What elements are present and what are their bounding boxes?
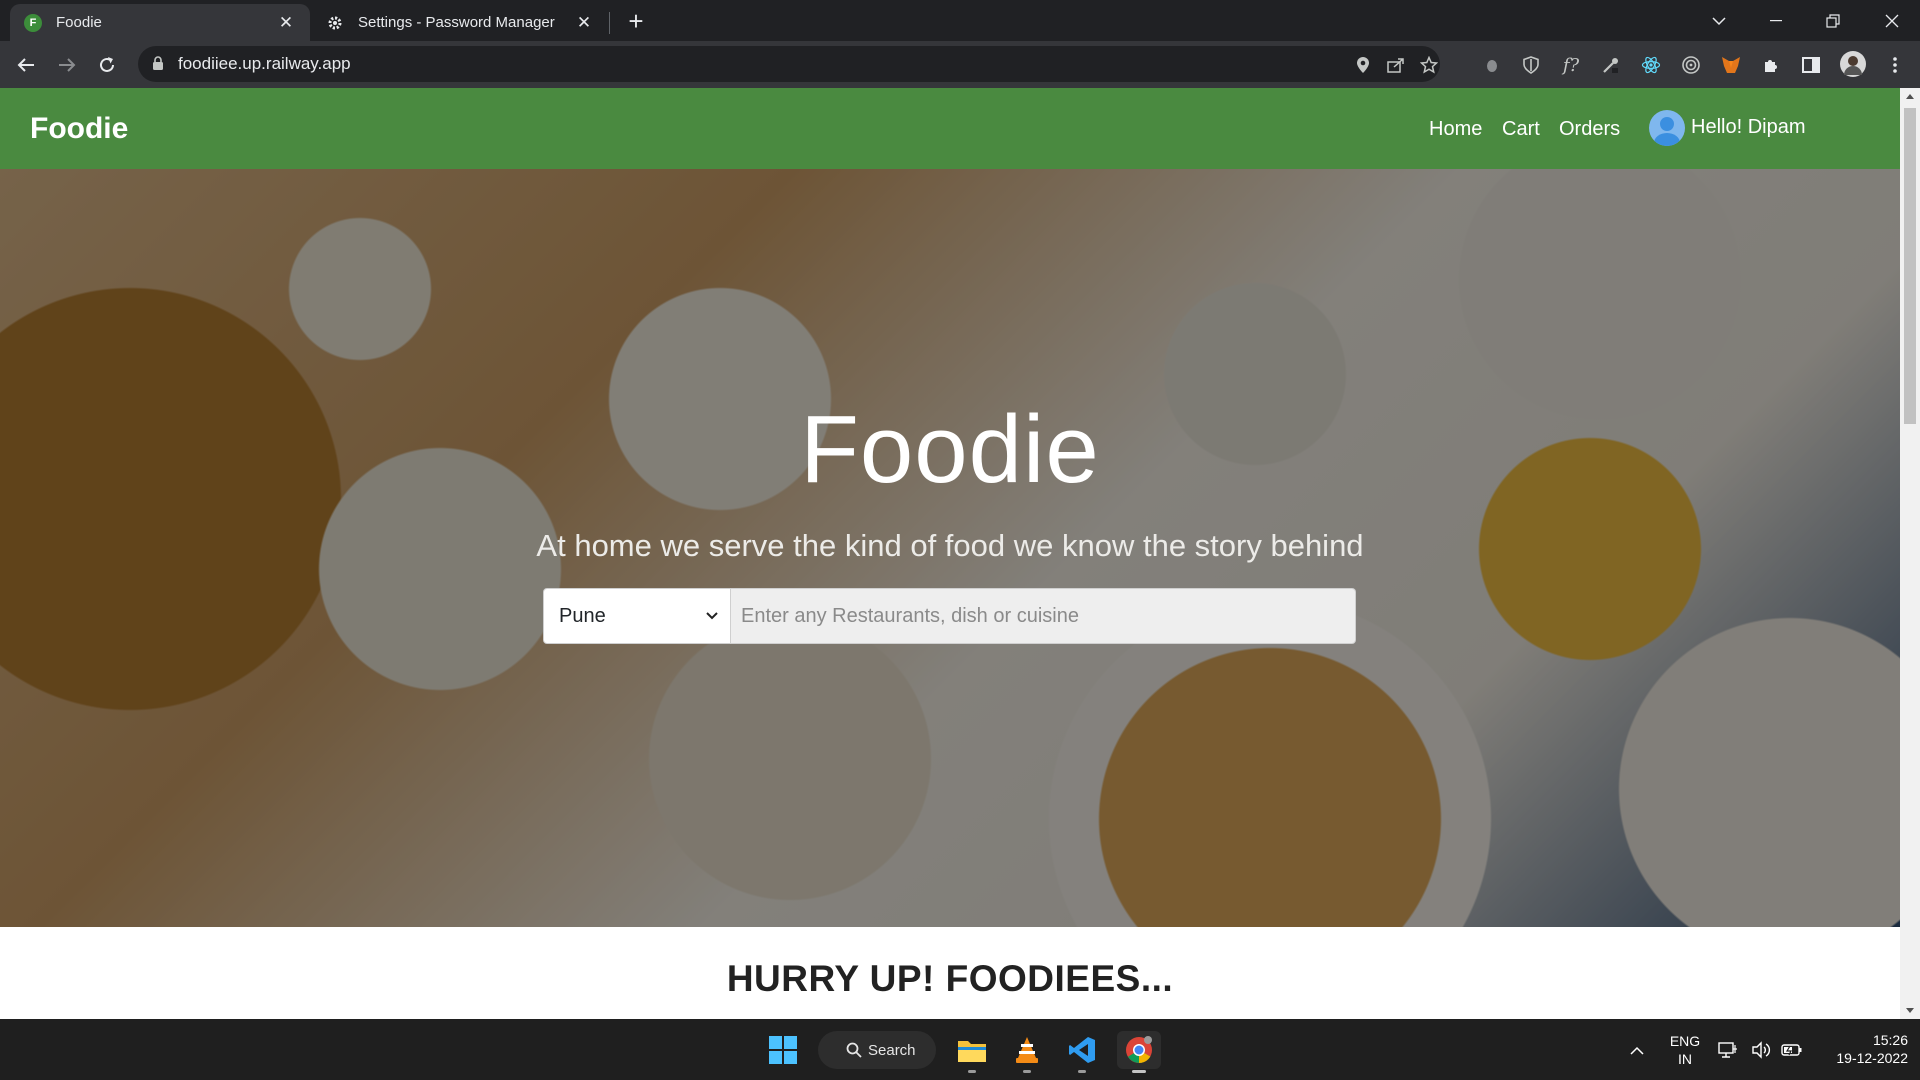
scroll-down-arrow-icon[interactable] — [1906, 1008, 1914, 1013]
clock[interactable]: 15:26 19-12-2022 — [1818, 1031, 1908, 1067]
tray-chevron-up-icon[interactable] — [1622, 1031, 1652, 1069]
tab-title: Foodie — [56, 14, 102, 31]
reload-button[interactable] — [91, 49, 123, 81]
city-select-value: Pune — [559, 604, 606, 627]
side-panel-icon[interactable] — [1799, 53, 1823, 77]
hero-subtitle: At home we serve the kind of food we kno… — [536, 528, 1364, 563]
react-devtools-icon[interactable] — [1639, 53, 1663, 77]
search-input[interactable] — [731, 588, 1356, 644]
scrollbar-thumb[interactable] — [1904, 108, 1916, 424]
nav-home-link[interactable]: Home — [1429, 118, 1482, 141]
target-ring-icon[interactable] — [1679, 53, 1703, 77]
tab-search-icon[interactable] — [1691, 0, 1747, 41]
nav-cart-link[interactable]: Cart — [1502, 118, 1540, 141]
eyedropper-icon[interactable] — [1599, 53, 1623, 77]
page-scrollbar[interactable] — [1900, 88, 1920, 1019]
shield-icon[interactable] — [1519, 53, 1543, 77]
restore-button[interactable] — [1805, 0, 1861, 41]
url-text: foodiiee.up.railway.app — [178, 54, 351, 73]
metamask-fox-icon[interactable] — [1719, 53, 1743, 77]
address-bar[interactable]: foodiiee.up.railway.app — [138, 46, 1440, 82]
tab-separator — [609, 12, 610, 34]
language-top: ENG — [1669, 1033, 1701, 1049]
gear-icon — [326, 14, 344, 32]
os-taskbar: Search ENG IN 15:26 19-12-2022 — [0, 1019, 1920, 1080]
search-icon — [846, 1042, 862, 1058]
tab-strip: F Foodie ✕ Settings - Password Manager ✕… — [0, 0, 1920, 41]
extension-ghost-icon[interactable] — [1480, 53, 1504, 77]
vlc-icon[interactable] — [1008, 1031, 1046, 1073]
file-explorer-icon[interactable] — [953, 1031, 991, 1073]
close-tab-icon[interactable]: ✕ — [574, 13, 594, 33]
font-finder-icon[interactable]: f? — [1559, 53, 1583, 77]
page-viewport: Foodie Home Cart Orders Hello! Dipam Foo… — [0, 88, 1900, 1019]
city-select[interactable]: Pune — [543, 588, 731, 644]
forward-button[interactable] — [51, 49, 83, 81]
hero-title: Foodie — [800, 396, 1100, 503]
close-window-button[interactable] — [1864, 0, 1920, 41]
windows-start-icon[interactable] — [764, 1031, 802, 1069]
new-tab-button[interactable]: + — [622, 8, 650, 36]
share-icon[interactable] — [1385, 54, 1407, 76]
hero-banner: Foodie At home we serve the kind of food… — [0, 169, 1900, 927]
minimize-button[interactable] — [1748, 0, 1804, 41]
tab-title: Settings - Password Manager — [358, 14, 555, 31]
tab-foodie[interactable]: F Foodie ✕ — [10, 4, 310, 41]
clock-date: 19-12-2022 — [1836, 1050, 1908, 1066]
network-icon[interactable] — [1715, 1031, 1741, 1069]
battery-icon[interactable] — [1778, 1031, 1806, 1069]
vscode-icon[interactable] — [1063, 1031, 1101, 1073]
taskbar-search-label: Search — [868, 1041, 916, 1059]
foodie-favicon-icon: F — [24, 13, 42, 32]
bookmark-star-icon[interactable] — [1418, 54, 1440, 76]
volume-icon[interactable] — [1748, 1031, 1774, 1069]
language-indicator[interactable]: ENG IN — [1665, 1032, 1705, 1068]
section-title: HURRY UP! FOODIEES... — [726, 958, 1174, 999]
chrome-icon[interactable] — [1117, 1031, 1161, 1073]
profile-avatar[interactable] — [1839, 50, 1867, 78]
language-bottom: IN — [1678, 1051, 1692, 1067]
location-pin-icon[interactable] — [1352, 54, 1374, 76]
site-navbar: Foodie Home Cart Orders Hello! Dipam — [0, 88, 1900, 169]
nav-orders-link[interactable]: Orders — [1559, 118, 1620, 141]
clock-time: 15:26 — [1872, 1032, 1908, 1048]
tab-settings-password-manager[interactable]: Settings - Password Manager ✕ — [312, 4, 608, 41]
browser-toolbar: foodiiee.up.railway.app f? — [0, 41, 1920, 88]
user-avatar-icon[interactable] — [1649, 110, 1685, 146]
scroll-up-arrow-icon[interactable] — [1906, 94, 1914, 99]
lock-icon[interactable] — [152, 56, 164, 76]
extensions-puzzle-icon[interactable] — [1759, 53, 1783, 77]
user-greeting[interactable]: Hello! Dipam — [1691, 116, 1805, 139]
taskbar-search-button[interactable]: Search — [818, 1031, 936, 1069]
close-tab-icon[interactable]: ✕ — [276, 13, 296, 33]
back-button[interactable] — [10, 49, 42, 81]
browser-menu-icon[interactable] — [1883, 53, 1907, 77]
site-brand-link[interactable]: Foodie — [30, 112, 128, 146]
chevron-down-icon — [704, 608, 720, 624]
